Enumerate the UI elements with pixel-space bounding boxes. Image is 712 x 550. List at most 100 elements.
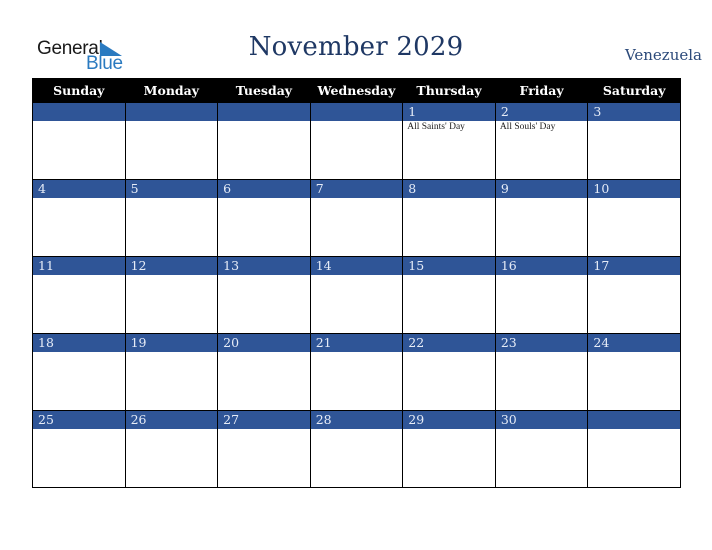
day-cell[interactable] (32, 352, 126, 411)
day-number: 9 (500, 181, 509, 196)
day-cell[interactable] (217, 352, 311, 411)
day-cell[interactable] (217, 429, 311, 488)
day-number: 25 (38, 412, 54, 427)
holiday-label (311, 275, 403, 276)
holiday-label (33, 429, 125, 430)
holiday-label (496, 429, 588, 430)
week-date-strip: 11 12 13 14 15 16 17 (32, 256, 681, 275)
day-number-cell: 14 (309, 256, 404, 275)
week-date-strip: 18 19 20 21 22 23 24 (32, 333, 681, 352)
day-number-cell: 19 (124, 333, 219, 352)
holiday-label (126, 429, 218, 430)
day-cell[interactable] (402, 275, 496, 334)
day-cell[interactable] (494, 429, 589, 488)
day-number: 1 (408, 104, 417, 119)
holiday-label (496, 198, 588, 199)
holiday-label (588, 198, 680, 199)
weekday-header-row: Sunday Monday Tuesday Wednesday Thursday… (32, 78, 681, 103)
day-cell[interactable]: All Saints' Day (402, 121, 496, 180)
day-cell[interactable] (32, 429, 126, 488)
day-number-cell (217, 102, 311, 121)
week-date-strip: 4 5 6 7 8 9 10 (32, 179, 681, 198)
day-number: 2 (500, 104, 509, 119)
day-cell[interactable] (124, 352, 219, 411)
holiday-label (126, 198, 218, 199)
day-cell[interactable] (402, 429, 496, 488)
day-number: 21 (315, 335, 332, 350)
day-cell[interactable] (32, 275, 126, 334)
day-cell[interactable] (587, 275, 681, 334)
day-cell[interactable] (124, 429, 219, 488)
holiday-label: All Saints' Day (407, 122, 465, 132)
day-number-cell: 9 (494, 179, 589, 198)
day-cell[interactable] (124, 275, 219, 334)
day-number: 17 (593, 258, 610, 273)
day-number: 23 (500, 335, 517, 350)
day-number: 7 (315, 181, 324, 196)
day-cell[interactable] (309, 121, 404, 180)
day-number-cell (124, 102, 219, 121)
holiday-label (403, 352, 495, 353)
day-number-cell: 30 (494, 410, 589, 429)
day-cell[interactable] (494, 275, 589, 334)
day-cell[interactable] (587, 121, 681, 180)
holiday-label (588, 429, 680, 430)
weekday-header: Saturday (587, 78, 681, 103)
holiday-label: All Souls' Day (499, 122, 556, 132)
day-cell[interactable] (494, 352, 589, 411)
day-cell[interactable] (309, 352, 404, 411)
day-cell[interactable] (402, 352, 496, 411)
day-number-cell (587, 410, 681, 429)
holiday-label (588, 121, 680, 122)
day-number-cell: 21 (309, 333, 404, 352)
day-number-cell: 18 (32, 333, 126, 352)
day-cell[interactable] (587, 429, 681, 488)
day-number-cell: 22 (402, 333, 496, 352)
day-number-cell: 25 (32, 410, 126, 429)
day-number-cell: 4 (32, 179, 126, 198)
day-number: 11 (38, 258, 54, 273)
day-number: 27 (223, 412, 240, 427)
day-cell[interactable] (309, 275, 404, 334)
holiday-label (126, 121, 218, 122)
day-cell[interactable] (494, 198, 589, 257)
day-number: 6 (223, 181, 232, 196)
day-cell[interactable] (217, 121, 311, 180)
holiday-label (33, 121, 125, 122)
day-number-cell: 13 (217, 256, 311, 275)
day-number: 24 (593, 335, 610, 350)
day-cell[interactable] (217, 275, 311, 334)
day-number-cell: 28 (309, 410, 404, 429)
day-number-cell: 7 (309, 179, 404, 198)
holiday-label (33, 275, 125, 276)
day-cell[interactable] (587, 352, 681, 411)
day-number-cell: 6 (217, 179, 311, 198)
calendar-grid: Sunday Monday Tuesday Wednesday Thursday… (32, 78, 681, 488)
day-cell[interactable] (124, 198, 219, 257)
day-cell[interactable] (217, 198, 311, 257)
day-cell[interactable] (32, 121, 126, 180)
weekday-header: Wednesday (309, 78, 404, 103)
day-cell[interactable] (309, 429, 404, 488)
day-number-cell: 10 (587, 179, 681, 198)
day-number-cell: 27 (217, 410, 311, 429)
holiday-label (496, 275, 588, 276)
day-cell[interactable] (587, 198, 681, 257)
day-number: 10 (593, 181, 610, 196)
holiday-label (33, 352, 125, 353)
weekday-header: Friday (494, 78, 589, 103)
day-cell[interactable] (124, 121, 219, 180)
week-body-row: All Saints' Day All Souls' Day (32, 121, 681, 180)
day-number-cell: 3 (587, 102, 681, 121)
week-body-row (32, 429, 681, 488)
day-cell[interactable] (32, 198, 126, 257)
holiday-label (126, 275, 218, 276)
day-cell[interactable]: All Souls' Day (494, 121, 589, 180)
day-number: 26 (130, 412, 147, 427)
day-cell[interactable] (402, 198, 496, 257)
day-cell[interactable] (309, 198, 404, 257)
day-number-cell (32, 102, 126, 121)
day-number: 5 (130, 181, 139, 196)
holiday-label (218, 429, 310, 430)
day-number: 29 (408, 412, 425, 427)
